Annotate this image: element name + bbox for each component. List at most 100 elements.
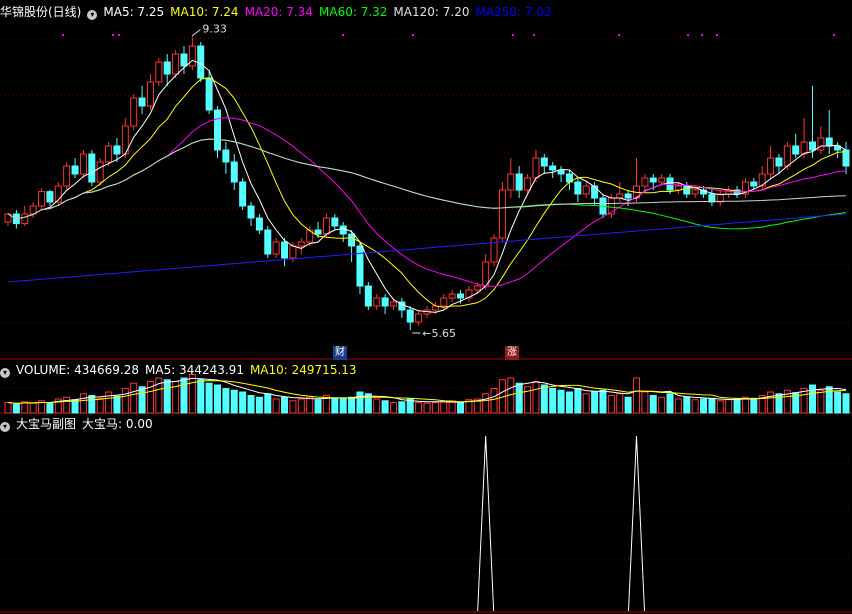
candle-body	[624, 193, 632, 199]
candle-body	[373, 297, 381, 307]
stock-title: 华锦股份(日线)	[0, 5, 82, 19]
candle-body	[138, 97, 146, 107]
volume-bar	[532, 381, 540, 414]
candle-body	[289, 245, 297, 259]
volume-bar	[272, 398, 280, 414]
candle-body	[767, 157, 775, 175]
ma10-label: MA10: 7.24	[170, 5, 239, 19]
volume-bar	[214, 384, 221, 414]
candle-body	[775, 157, 783, 167]
signal-dot	[716, 34, 718, 36]
candle-body	[473, 285, 481, 291]
candle-body	[649, 177, 657, 183]
candle-body	[817, 137, 825, 151]
volume-bar	[440, 401, 448, 414]
candle-body	[222, 149, 230, 163]
volume-bar	[683, 396, 691, 414]
ma60-label: MA60: 7.32	[319, 5, 388, 19]
stock-chart: 9.33 ←5.65	[0, 23, 852, 613]
ma250-label: MA250: 7.02	[475, 5, 552, 19]
high-marker-arrow	[192, 29, 201, 36]
volume-bar	[188, 374, 196, 414]
ma250-line	[7, 213, 847, 283]
volume-bar	[12, 403, 20, 414]
signal-dot	[618, 34, 620, 36]
candle-body	[46, 191, 54, 203]
signal-dot	[833, 34, 835, 36]
volume-bar	[314, 399, 322, 414]
volume-bar	[549, 388, 557, 414]
volume-bar	[398, 401, 406, 414]
volume-bar	[808, 384, 816, 414]
ma120-label: MA120: 7.20	[393, 5, 470, 19]
candle-body	[155, 61, 163, 83]
volume-bar	[331, 397, 339, 414]
candle-body	[708, 193, 716, 203]
limit-up-badge[interactable]: 涨	[505, 346, 519, 360]
volume-bar	[540, 384, 548, 414]
signal-dot	[412, 34, 414, 36]
volume-bar	[63, 396, 71, 414]
volume-bar	[557, 389, 565, 414]
candle-body	[415, 313, 423, 323]
volume-bar	[4, 402, 12, 414]
candle-body	[750, 181, 758, 187]
candle-body	[658, 177, 666, 183]
volume-bar	[574, 388, 582, 414]
candle-body	[297, 241, 305, 247]
candle-body	[239, 181, 247, 207]
volume-bar	[113, 395, 121, 414]
volume-bar	[130, 382, 138, 414]
volume-bar	[658, 396, 666, 414]
candle-body	[532, 157, 540, 179]
volume-bar	[775, 393, 783, 414]
volume-bar	[591, 391, 599, 414]
volume-bar	[817, 389, 825, 414]
candle-body	[356, 245, 364, 287]
expand-toggle-icon[interactable]: ▾	[0, 368, 10, 378]
volume-bar	[297, 398, 305, 414]
finance-badge[interactable]: 财	[333, 346, 347, 360]
volume-bar	[205, 382, 213, 414]
signal-dot	[118, 34, 120, 36]
candle-body	[79, 153, 87, 175]
volume-bar	[88, 395, 96, 414]
volume-bar	[616, 393, 624, 414]
indicator-panel-header: ▾ 大宝马副图 大宝马: 0.00	[0, 415, 159, 433]
candle-body	[557, 169, 565, 175]
volume-bar	[431, 402, 439, 414]
candle-body	[88, 153, 96, 183]
candle-body	[498, 189, 506, 239]
candle-body	[389, 301, 397, 307]
candle-body	[808, 141, 816, 151]
expand-toggle-icon[interactable]: ▾	[0, 422, 10, 432]
volume-bar	[624, 396, 632, 414]
candle-body	[691, 189, 699, 195]
candle-body	[783, 145, 791, 167]
volume-bar	[633, 377, 640, 414]
volume-bar	[565, 391, 573, 414]
candle-body	[507, 173, 515, 191]
candle-body	[264, 229, 272, 255]
volume-bar	[515, 382, 523, 414]
volume-bar	[725, 399, 733, 414]
ma5-label: MA5: 7.25	[103, 5, 165, 19]
volume-bar	[339, 398, 347, 414]
candle-body	[247, 205, 255, 219]
volume-bar	[247, 395, 255, 414]
high-price-label: 9.33	[202, 23, 227, 36]
volume-bar	[842, 393, 850, 414]
candle-body	[364, 285, 372, 307]
volume-bar	[105, 391, 113, 414]
candle-body	[172, 53, 180, 75]
volume-panel-header: ▾ VOLUME: 434669.28 MA5: 344243.91 MA10: 24…	[0, 361, 363, 379]
expand-toggle-icon[interactable]: ▾	[87, 10, 98, 20]
candle-body	[322, 217, 330, 235]
volume-bar	[666, 393, 674, 414]
candle-body	[188, 45, 196, 67]
candle-body	[130, 97, 138, 127]
volume-bar	[607, 395, 615, 414]
candle-body	[272, 241, 280, 255]
volume-bar	[733, 398, 741, 414]
volume-label: VOLUME: 434669.28	[16, 363, 139, 377]
